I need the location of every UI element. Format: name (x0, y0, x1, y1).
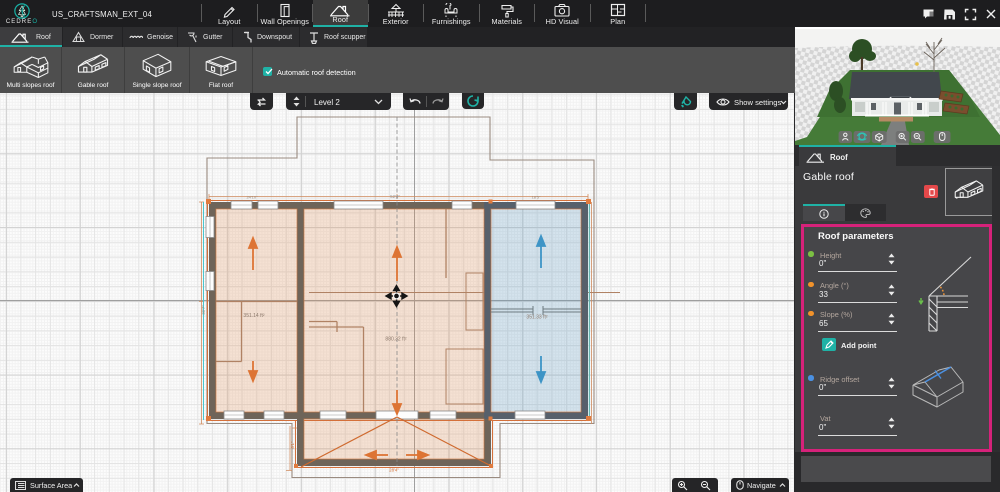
svg-text:8'1": 8'1" (290, 441, 295, 448)
svg-text:880.32 ft²: 880.32 ft² (385, 337, 406, 343)
svg-text:18'5": 18'5" (532, 195, 541, 200)
svg-text:30'7": 30'7" (201, 305, 206, 315)
svg-text:28'4": 28'4" (389, 468, 399, 473)
svg-text:24'10": 24'10" (246, 195, 258, 200)
svg-text:52'4": 52'4" (390, 194, 400, 199)
svg-text:351.33 ft²: 351.33 ft² (526, 315, 547, 321)
svg-text:351.14 ft²: 351.14 ft² (243, 313, 264, 319)
